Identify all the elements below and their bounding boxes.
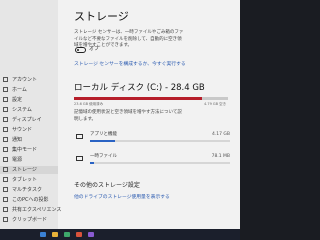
taskbar-mail-icon[interactable] [76, 232, 82, 237]
taskbar-browser-icon[interactable] [64, 232, 70, 237]
sidebar-item-clipboard[interactable]: クリップボード [0, 216, 58, 224]
category-bar [90, 140, 230, 142]
projector-icon [3, 197, 8, 202]
category-temp-files[interactable]: 一時ファイル 78.1 MB [74, 154, 234, 170]
sidebar-item-label: サウンド [12, 127, 33, 133]
sidebar-item-label: マルチタスク [12, 187, 43, 193]
sidebar-item-label: ホーム [12, 87, 27, 93]
sidebar-item-display[interactable]: ディスプレイ [0, 116, 58, 124]
sidebar-item-projecting[interactable]: このPCへの投影 [0, 196, 58, 204]
storage-sense-toggle[interactable] [75, 47, 86, 53]
taskbar-app-icon[interactable] [40, 232, 46, 237]
sidebar: アカウント ホーム 設定 システム ディスプレイ サウンド 通知 集中モード 電… [0, 0, 62, 240]
sidebar-item-label: タブレット [12, 177, 38, 183]
trash-icon [76, 156, 83, 161]
other-drives-link[interactable]: 他のドライブのストレージ使用量を表示する [74, 194, 170, 201]
sidebar-item-label: ディスプレイ [12, 117, 42, 123]
gear-icon [3, 97, 8, 102]
usage-bar [74, 97, 228, 100]
share-icon [3, 207, 8, 212]
sidebar-item-multitasking[interactable]: マルチタスク [0, 186, 58, 194]
used-space-label: 23.6 GB 使用済み [74, 102, 104, 106]
sidebar-item-tablet[interactable]: タブレット [0, 176, 58, 184]
sound-icon [3, 127, 8, 132]
category-size: 78.1 MB [211, 154, 230, 159]
taskbar [0, 229, 240, 240]
sidebar-item-label: 通知 [12, 137, 23, 143]
sidebar-item-label: 共有エクスペリエンス [12, 207, 62, 213]
multitasking-icon [3, 187, 8, 192]
sidebar-item-sound[interactable]: サウンド [0, 126, 58, 134]
main-content: ストレージ ストレージ センサーは、一時ファイルやごみ箱のファイルなど不要なファ… [58, 0, 240, 240]
storage-sense-link[interactable]: ストレージ センサーを構成するか、今すぐ実行する [74, 61, 186, 68]
category-bar-fill [90, 162, 95, 164]
account-icon [3, 77, 8, 82]
apps-icon [76, 134, 83, 139]
system-icon [3, 107, 8, 112]
sidebar-item-system[interactable]: システム [0, 106, 58, 114]
sidebar-item-settings[interactable]: 設定 [0, 96, 58, 104]
storage-icon [3, 167, 8, 172]
sidebar-item-label: このPCへの投影 [12, 197, 49, 203]
drive-heading: ローカル ディスク (C:) - 28.4 GB [74, 83, 205, 93]
category-label: 一時ファイル [90, 154, 117, 159]
moon-icon [3, 147, 8, 152]
toggle-knob [77, 49, 79, 51]
sidebar-item-home[interactable]: ホーム [0, 86, 58, 94]
sidebar-item-label: システム [12, 107, 32, 113]
sidebar-item-label: クリップボード [12, 217, 48, 223]
sidebar-item-label: 電源 [12, 157, 23, 163]
category-apps[interactable]: アプリと機能 4.17 GB [74, 132, 234, 148]
sidebar-item-label: アカウント [12, 77, 38, 83]
page-title: ストレージ [74, 10, 129, 23]
sidebar-item-focus[interactable]: 集中モード [0, 146, 58, 154]
tablet-icon [3, 177, 8, 182]
sidebar-item-notifications[interactable]: 通知 [0, 136, 58, 144]
free-space-label: 4.79 GB 空き [204, 102, 227, 106]
category-bar-fill [90, 140, 116, 142]
sidebar-item-shared[interactable]: 共有エクスペリエンス [0, 206, 62, 214]
usage-description: 記憶域の使用状況と空き領域を増やす方法について説明します。 [74, 110, 182, 122]
taskbar-store-icon[interactable] [88, 232, 94, 237]
sidebar-item-power[interactable]: 電源 [0, 156, 58, 164]
sidebar-item-account[interactable]: アカウント [0, 76, 58, 84]
settings-window: アカウント ホーム 設定 システム ディスプレイ サウンド 通知 集中モード 電… [0, 0, 240, 240]
sidebar-item-label: 設定 [12, 97, 23, 103]
taskbar-folder-icon[interactable] [52, 232, 58, 237]
category-label: アプリと機能 [90, 132, 117, 137]
clipboard-icon [3, 217, 8, 222]
display-icon [3, 117, 8, 122]
sidebar-item-label: 集中モード [12, 147, 38, 153]
home-icon [3, 87, 8, 92]
sidebar-item-label: ストレージ [12, 167, 37, 173]
notification-icon [3, 137, 8, 142]
power-icon [3, 157, 8, 162]
usage-bar-fill [74, 97, 202, 100]
other-storage-heading: その他のストレージ設定 [74, 182, 140, 189]
sidebar-item-storage[interactable]: ストレージ [0, 166, 58, 174]
toggle-state-label: オフ [89, 46, 100, 52]
category-bar [90, 162, 230, 164]
category-size: 4.17 GB [211, 132, 230, 137]
